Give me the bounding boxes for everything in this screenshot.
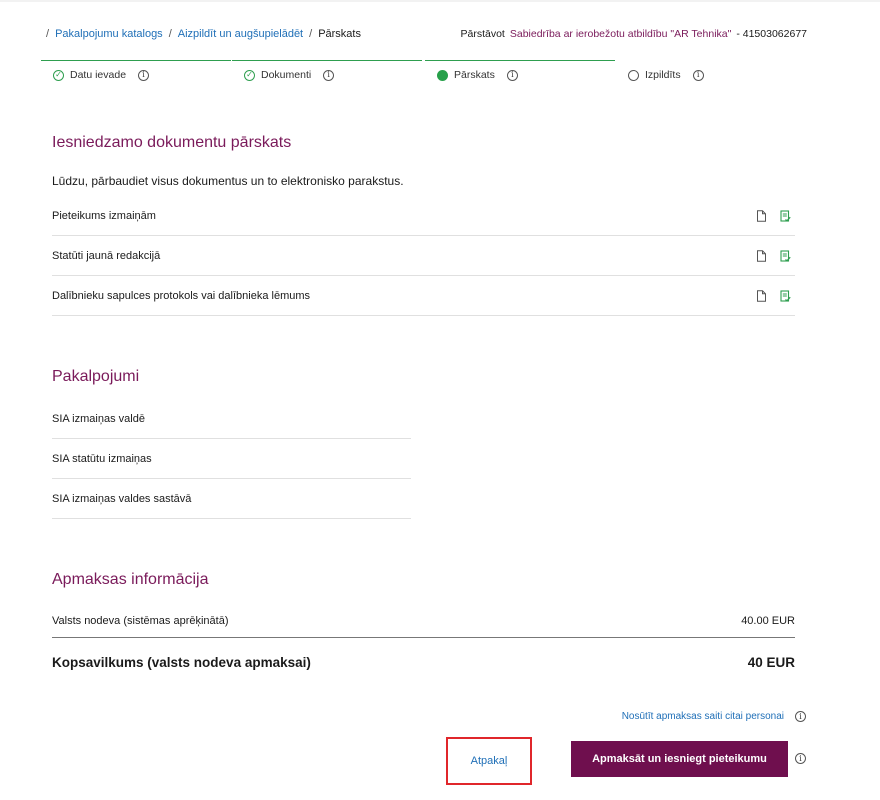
representative-code: - 41503062677 — [736, 28, 807, 40]
documents-title: Iesniedzamo dokumentu pārskats — [52, 134, 292, 151]
step-completed: Izpildīts i — [616, 60, 806, 90]
signature-check-icon[interactable] — [780, 209, 791, 222]
total-label: Kopsavilkums (valsts nodeva apmaksai) — [52, 654, 311, 670]
breadcrumb-separator: / — [309, 28, 313, 40]
document-row: Pieteikums izmaiņām — [52, 196, 795, 236]
pay-and-submit-button[interactable]: Apmaksāt un iesniegt pieteikumu — [571, 741, 788, 777]
step-label: Datu ievade — [70, 69, 127, 81]
service-row: SIA statūtu izmaiņas — [52, 439, 411, 479]
services-list: SIA izmaiņas valdē SIA statūtu izmaiņas … — [52, 399, 411, 519]
document-view-icon[interactable] — [756, 209, 767, 222]
document-view-icon[interactable] — [756, 249, 767, 262]
step-label: Dokumenti — [261, 69, 312, 81]
service-row: SIA izmaiņas valdē — [52, 399, 411, 439]
active-dot-icon — [437, 69, 448, 81]
fee-row: Valsts nodeva (sistēmas aprēķinātā) 40.0… — [52, 604, 795, 638]
fee-label: Valsts nodeva (sistēmas aprēķinātā) — [52, 614, 229, 627]
check-circle-icon: ✓ — [53, 69, 64, 81]
info-icon[interactable]: i — [692, 69, 704, 81]
breadcrumb-separator: / — [168, 28, 172, 40]
service-label: SIA izmaiņas valdes sastāvā — [52, 492, 192, 505]
step-progress-bar — [232, 60, 422, 61]
services-title: Pakalpojumi — [52, 368, 140, 385]
breadcrumb-link-fill-upload[interactable]: Aizpildīt un augšupielādēt — [178, 28, 303, 40]
back-button-label: Atpakaļ — [470, 755, 508, 767]
fee-value: 40.00 EUR — [741, 614, 795, 627]
check-circle-icon: ✓ — [244, 69, 255, 81]
representative-label: Pārstāvot — [460, 28, 505, 40]
breadcrumb-current: Pārskats — [318, 28, 361, 40]
document-row: Dalībnieku sapulces protokols vai dalībn… — [52, 276, 795, 316]
info-icon[interactable]: i — [323, 69, 335, 81]
send-payment-link-row: Nosūtīt apmaksas saiti citai personai i — [622, 711, 806, 722]
document-row: Statūti jaunā redakcijā — [52, 236, 795, 276]
send-payment-link[interactable]: Nosūtīt apmaksas saiti citai personai — [622, 711, 784, 722]
document-label: Statūti jaunā redakcijā — [52, 249, 161, 262]
step-progress-bar — [41, 60, 231, 61]
info-icon[interactable]: i — [138, 69, 150, 81]
signature-check-icon[interactable] — [780, 249, 791, 262]
document-label: Pieteikums izmaiņām — [52, 209, 156, 222]
total-row: Kopsavilkums (valsts nodeva apmaksai) 40… — [52, 648, 795, 676]
representative-info: Pārstāvot Sabiedrība ar ierobežotu atbil… — [461, 28, 808, 40]
progress-stepper: ✓ Datu ievade i ✓ Dokumenti i Pārskats i… — [41, 60, 807, 90]
signature-check-icon[interactable] — [780, 289, 791, 302]
step-review: Pārskats i — [425, 60, 615, 90]
step-documents: ✓ Dokumenti i — [232, 60, 422, 90]
top-divider — [0, 0, 880, 2]
breadcrumb-separator: / — [46, 28, 50, 40]
info-icon[interactable]: i — [795, 753, 806, 764]
total-value: 40 EUR — [747, 654, 795, 670]
step-label: Izpildīts — [645, 69, 681, 81]
back-button[interactable]: Atpakaļ — [446, 737, 532, 785]
documents-list: Pieteikums izmaiņām Statūti jaunā redakc… — [52, 196, 795, 316]
service-label: SIA statūtu izmaiņas — [52, 452, 152, 465]
document-label: Dalībnieku sapulces protokols vai dalībn… — [52, 289, 311, 302]
representative-name: Sabiedrība ar ierobežotu atbildību "AR T… — [509, 28, 732, 40]
info-icon[interactable]: i — [506, 69, 518, 81]
service-label: SIA izmaiņas valdē — [52, 412, 145, 425]
step-data-entry: ✓ Datu ievade i — [41, 60, 231, 90]
documents-instruction: Lūdzu, pārbaudiet visus dokumentus un to… — [52, 174, 404, 188]
info-icon[interactable]: i — [795, 711, 806, 722]
document-view-icon[interactable] — [756, 289, 767, 302]
step-progress-bar — [425, 60, 615, 61]
step-label: Pārskats — [454, 69, 495, 81]
payment-title: Apmaksas informācija — [52, 571, 209, 588]
breadcrumb: / Pakalpojumu katalogs / Aizpildīt un au… — [46, 28, 361, 40]
service-row: SIA izmaiņas valdes sastāvā — [52, 479, 411, 519]
breadcrumb-link-catalog[interactable]: Pakalpojumu katalogs — [55, 28, 163, 40]
empty-circle-icon — [628, 69, 639, 81]
